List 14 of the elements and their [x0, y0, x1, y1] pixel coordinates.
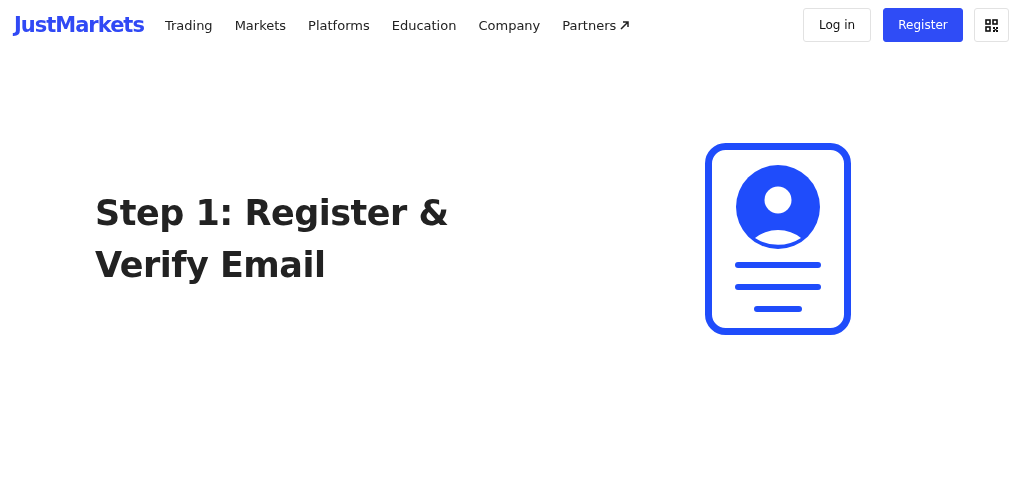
qr-code-icon	[985, 18, 998, 32]
nav-link[interactable]: Education	[380, 17, 468, 33]
heading: Step 1: Register & Verify Email	[95, 192, 450, 287]
nav-link[interactable]: Markets	[223, 17, 298, 33]
nav-link[interactable]: Platforms	[297, 17, 381, 33]
register-button[interactable]: Register	[883, 8, 963, 42]
nav-link[interactable]: Partners	[551, 17, 641, 33]
arrow-icon	[620, 20, 630, 30]
logo[interactable]: JustMarkets	[14, 13, 144, 37]
login-button[interactable]: Log in	[803, 8, 871, 42]
nav-link[interactable]: Trading	[153, 17, 224, 33]
nav-link[interactable]: Company	[467, 17, 552, 33]
profile-card-icon	[705, 143, 851, 335]
qr-code-button[interactable]	[974, 8, 1009, 42]
